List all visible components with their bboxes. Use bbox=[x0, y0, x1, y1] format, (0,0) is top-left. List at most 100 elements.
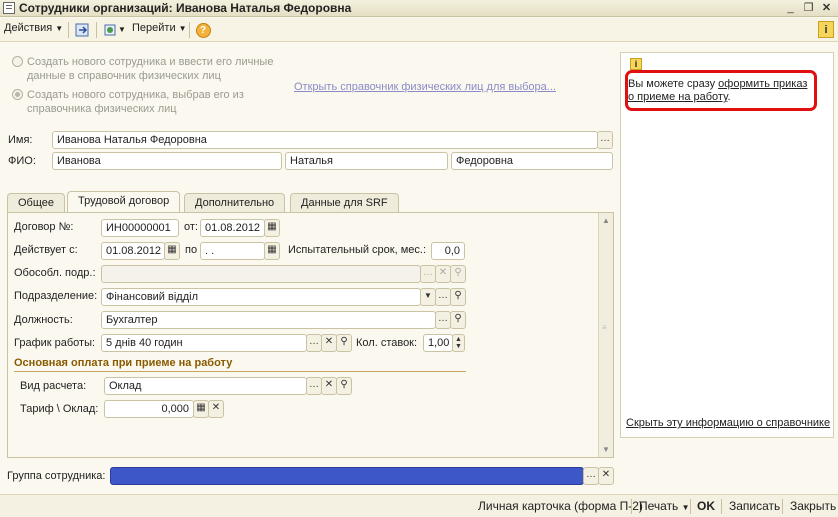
department-input[interactable]: Фінансовий відділ bbox=[101, 288, 421, 306]
dropdown-icon[interactable]: ▼ bbox=[420, 288, 436, 306]
print-menu[interactable]: Печать ▼ bbox=[639, 499, 690, 513]
panel-scrollbar[interactable]: ▲ ≡ ▼ bbox=[598, 213, 613, 457]
clear-icon[interactable]: ✕ bbox=[321, 334, 337, 352]
calendar-icon[interactable]: ▦ bbox=[264, 242, 280, 260]
contract-number-label: Договор №: bbox=[14, 221, 74, 233]
close-icon[interactable]: ✕ bbox=[819, 1, 834, 15]
ellipsis-icon[interactable]: … bbox=[306, 377, 322, 395]
navigate-icon[interactable] bbox=[102, 22, 118, 38]
name-label: Имя: bbox=[8, 134, 33, 146]
group-label: Группа сотрудника: bbox=[7, 470, 106, 482]
help-icon[interactable]: ? bbox=[195, 22, 211, 38]
ellipsis-icon[interactable]: … bbox=[597, 131, 613, 149]
clear-icon[interactable]: ✕ bbox=[435, 265, 451, 283]
tab-general[interactable]: Общее bbox=[7, 193, 66, 213]
rates-label: Кол. ставок: bbox=[356, 337, 418, 349]
status-divider bbox=[721, 499, 722, 514]
chevron-down-icon[interactable]: ▼ bbox=[118, 25, 126, 34]
status-divider bbox=[690, 499, 691, 514]
select-existing-radio[interactable] bbox=[12, 89, 23, 100]
valid-from-label: Действует с: bbox=[14, 244, 78, 256]
clear-icon[interactable]: ✕ bbox=[598, 467, 614, 485]
spinner-icon[interactable]: ▲ ▼ bbox=[452, 334, 465, 352]
tab-additional[interactable]: Дополнительно bbox=[184, 193, 286, 213]
goto-menu-label: Перейти bbox=[132, 22, 176, 34]
status-bar: Личная карточка (форма П-2) Печать ▼ OK … bbox=[0, 494, 838, 517]
middle-name-input[interactable]: Федоровна bbox=[451, 152, 613, 170]
name-input[interactable]: Иванова Наталья Федоровна bbox=[52, 131, 598, 149]
select-existing-option-label: Создать нового сотрудника, выбрав его из… bbox=[27, 89, 244, 115]
tariff-label: Тариф \ Оклад: bbox=[20, 403, 99, 415]
ellipsis-icon[interactable]: … bbox=[435, 311, 451, 329]
ellipsis-icon[interactable]: … bbox=[583, 467, 599, 485]
ellipsis-icon[interactable]: … bbox=[420, 265, 436, 283]
chevron-down-icon: ▼ bbox=[55, 24, 64, 33]
tab-srf-data[interactable]: Данные для SRF bbox=[290, 193, 399, 213]
schedule-input[interactable]: 5 днів 40 годин bbox=[101, 334, 307, 352]
chevron-down-icon: ▼ bbox=[681, 503, 690, 512]
last-name-input[interactable]: Иванова bbox=[52, 152, 282, 170]
group-input[interactable] bbox=[110, 467, 584, 485]
branch-label: Обособл. подр.: bbox=[14, 267, 96, 279]
window-icon bbox=[3, 2, 15, 14]
clear-icon[interactable]: ✕ bbox=[208, 400, 224, 418]
create-new-option-label: Создать нового сотрудника и ввести его л… bbox=[27, 56, 274, 82]
move-icon[interactable] bbox=[74, 22, 90, 38]
restore-icon[interactable]: ❐ bbox=[801, 1, 816, 15]
scroll-down-icon[interactable]: ▼ bbox=[599, 445, 613, 454]
valid-to-label: по bbox=[185, 244, 198, 256]
actions-menu[interactable]: Действия ▼ bbox=[4, 22, 63, 34]
save-button[interactable]: Записать bbox=[729, 499, 780, 513]
info-icon[interactable]: i bbox=[818, 21, 834, 38]
search-icon[interactable]: ⚲ bbox=[450, 265, 466, 283]
fio-label: ФИО: bbox=[8, 155, 36, 167]
rates-input[interactable]: 1,00 bbox=[423, 334, 453, 352]
goto-menu[interactable]: Перейти ▼ bbox=[132, 22, 187, 34]
calc-type-input[interactable]: Оклад bbox=[104, 377, 307, 395]
open-directory-link[interactable]: Открыть справочник физических лиц для вы… bbox=[294, 81, 556, 93]
close-button[interactable]: Закрыть bbox=[790, 499, 836, 513]
calculator-icon[interactable]: ▦ bbox=[193, 400, 209, 418]
status-divider bbox=[782, 499, 783, 514]
probation-input[interactable]: 0,0 bbox=[431, 242, 465, 260]
toolbar-divider bbox=[96, 22, 97, 38]
position-input[interactable]: Бухгалтер bbox=[101, 311, 436, 329]
schedule-label: График работы: bbox=[14, 337, 96, 349]
personal-card-button[interactable]: Личная карточка (форма П-2) bbox=[478, 499, 643, 513]
search-icon[interactable]: ⚲ bbox=[450, 288, 466, 306]
search-icon[interactable]: ⚲ bbox=[336, 334, 352, 352]
contract-date-input[interactable]: 01.08.2012 bbox=[200, 219, 265, 237]
print-menu-label: Печать bbox=[639, 499, 679, 513]
highlight-callout bbox=[625, 70, 817, 111]
search-icon[interactable]: ⚲ bbox=[450, 311, 466, 329]
hide-info-link[interactable]: Скрыть эту информацию о справочнике bbox=[626, 417, 830, 429]
calc-type-label: Вид расчета: bbox=[20, 380, 87, 392]
status-divider bbox=[631, 499, 632, 514]
create-new-radio[interactable] bbox=[12, 56, 23, 67]
probation-label: Испытательный срок, мес.: bbox=[288, 244, 427, 256]
ok-button[interactable]: OK bbox=[697, 499, 715, 513]
tab-employment-contract[interactable]: Трудовой договор bbox=[67, 191, 181, 213]
tariff-input[interactable]: 0,000 bbox=[104, 400, 194, 418]
toolbar-divider bbox=[68, 22, 69, 38]
minimize-icon[interactable]: _ bbox=[783, 1, 798, 15]
search-icon[interactable]: ⚲ bbox=[336, 377, 352, 395]
calendar-icon[interactable]: ▦ bbox=[264, 219, 280, 237]
calendar-icon[interactable]: ▦ bbox=[164, 242, 180, 260]
scroll-up-icon[interactable]: ▲ bbox=[599, 216, 613, 225]
chevron-down-icon: ▼ bbox=[178, 24, 187, 33]
clear-icon[interactable]: ✕ bbox=[321, 377, 337, 395]
toolbar: Действия ▼ ▼ Перейти ▼ ? i bbox=[0, 18, 838, 42]
position-label: Должность: bbox=[14, 314, 73, 326]
ellipsis-icon[interactable]: … bbox=[435, 288, 451, 306]
toolbar-divider bbox=[189, 22, 190, 38]
section-divider bbox=[14, 371, 466, 372]
contract-number-input[interactable]: ИН00000001 bbox=[101, 219, 179, 237]
branch-input[interactable] bbox=[101, 265, 421, 283]
first-name-input[interactable]: Наталья bbox=[285, 152, 448, 170]
valid-to-input[interactable]: . . bbox=[200, 242, 265, 260]
contract-from-label: от: bbox=[184, 221, 198, 233]
info-icon: i bbox=[630, 58, 642, 70]
valid-from-input[interactable]: 01.08.2012 bbox=[101, 242, 165, 260]
ellipsis-icon[interactable]: … bbox=[306, 334, 322, 352]
